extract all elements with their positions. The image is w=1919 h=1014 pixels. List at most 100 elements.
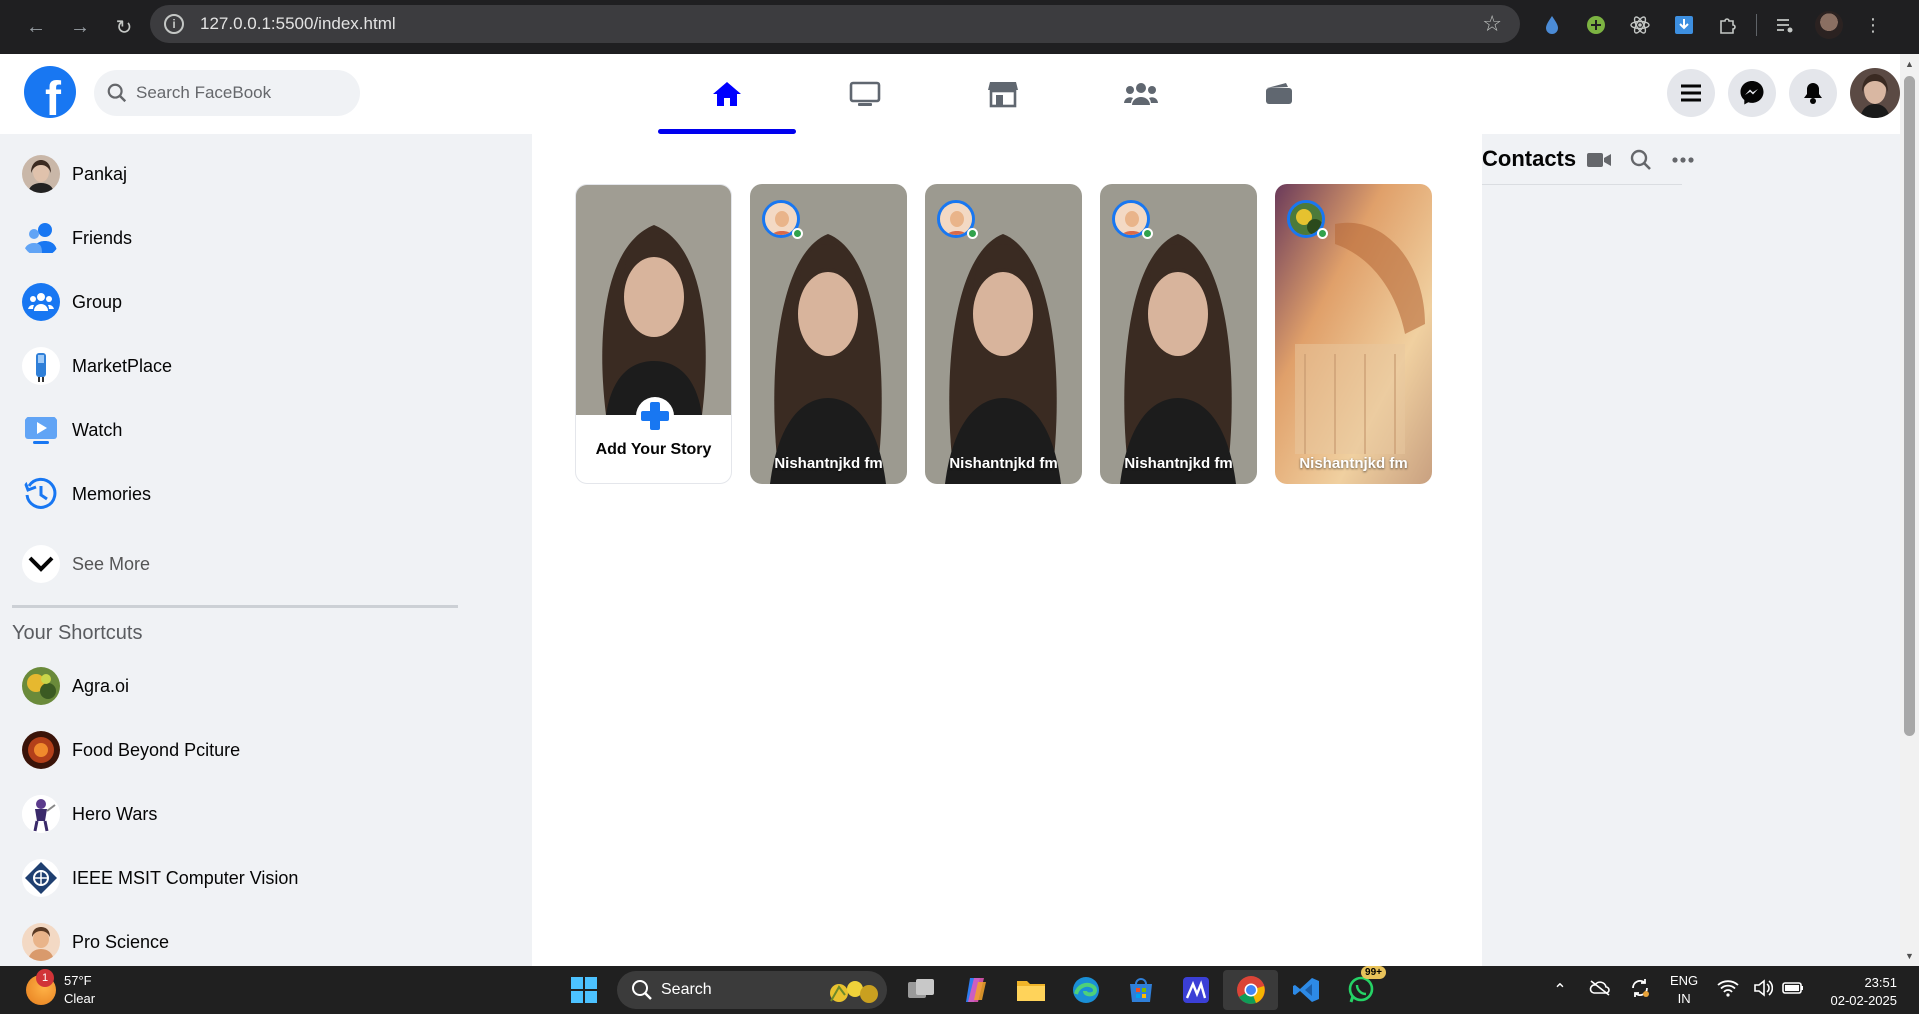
- menu-button[interactable]: [1667, 69, 1715, 117]
- task-view-button[interactable]: [893, 970, 948, 1010]
- copilot-app[interactable]: [948, 970, 1003, 1010]
- extensions-puzzle-icon[interactable]: [1706, 10, 1750, 40]
- chrome-app[interactable]: [1223, 970, 1278, 1010]
- sidebar-item-friends[interactable]: Friends: [22, 218, 132, 258]
- extensions-bar: ⋮: [1530, 10, 1895, 40]
- search-input[interactable]: [136, 83, 336, 103]
- friends-icon: [22, 219, 60, 257]
- sidebar-divider: [12, 605, 458, 608]
- more-options-icon[interactable]: [1662, 146, 1704, 174]
- url-text[interactable]: 127.0.0.1:5500/index.html: [200, 14, 396, 34]
- app-launcher[interactable]: [1168, 970, 1223, 1010]
- add-story-card[interactable]: Add Your Story: [575, 184, 732, 484]
- see-more-button[interactable]: See More: [22, 544, 150, 584]
- tab-groups[interactable]: [1072, 54, 1210, 134]
- bell-icon: [1804, 83, 1822, 104]
- shortcut-item[interactable]: IEEE MSIT Computer Vision: [22, 858, 298, 898]
- shortcut-item[interactable]: Pro Science: [22, 922, 169, 962]
- story-card[interactable]: Nishantnjkd fm: [1275, 184, 1432, 484]
- volume-icon[interactable]: [1748, 978, 1778, 1002]
- marketplace-icon: [22, 347, 60, 385]
- m-app-icon: [1182, 977, 1209, 1003]
- shortcut-item[interactable]: Food Beyond Pciture: [22, 730, 240, 770]
- tab-home[interactable]: [658, 54, 796, 134]
- story-card[interactable]: Nishantnjkd fm: [750, 184, 907, 484]
- hamburger-icon: [1681, 84, 1701, 102]
- bookmark-star-icon[interactable]: ☆: [1482, 11, 1502, 37]
- shortcut-thumbnail: [22, 667, 60, 705]
- weather-widget[interactable]: 1 57°F Clear: [26, 969, 95, 1008]
- wallet-icon: [1266, 83, 1292, 104]
- tab-watch[interactable]: [796, 54, 934, 134]
- media-queue-icon[interactable]: [1763, 10, 1807, 40]
- chrome-icon: [1236, 976, 1265, 1004]
- weather-icon: 1: [26, 969, 56, 1005]
- sync-icon[interactable]: [1620, 977, 1660, 1004]
- site-info-icon[interactable]: i: [164, 14, 184, 34]
- folder-icon: [1016, 981, 1045, 1001]
- menu-kebab-icon[interactable]: ⋮: [1851, 10, 1895, 40]
- add-story-plus[interactable]: [636, 397, 674, 435]
- extension-plus-icon[interactable]: [1574, 10, 1618, 40]
- store-app[interactable]: [1113, 970, 1168, 1010]
- shortcut-thumbnail: [22, 859, 60, 897]
- sidebar-item-watch[interactable]: Watch: [22, 410, 122, 450]
- wifi-icon[interactable]: [1708, 979, 1748, 1002]
- address-bar[interactable]: i 127.0.0.1:5500/index.html ☆: [150, 5, 1520, 43]
- system-clock[interactable]: 23:51 02-02-2025: [1831, 974, 1898, 1010]
- sidebar-item-label: Friends: [72, 227, 133, 248]
- story-photo: [576, 185, 731, 415]
- taskbar-search[interactable]: Search: [617, 971, 887, 1009]
- tray-expand-icon[interactable]: ⌃: [1540, 980, 1580, 1000]
- account-avatar[interactable]: [1850, 68, 1900, 118]
- video-call-icon[interactable]: [1578, 146, 1620, 174]
- main-feed: Add Your Story Nishantnjkd fm Nishantnjk…: [532, 134, 1482, 966]
- contacts-search-icon[interactable]: [1620, 146, 1662, 174]
- edge-app[interactable]: [1058, 970, 1113, 1010]
- battery-icon[interactable]: [1778, 981, 1808, 1000]
- sidebar-item-profile[interactable]: Pankaj: [22, 154, 127, 194]
- top-header: f: [0, 54, 1900, 134]
- extension-drop-icon[interactable]: [1530, 10, 1574, 40]
- shortcut-item[interactable]: Hero Wars: [22, 794, 157, 834]
- shortcuts-heading: Your Shortcuts: [12, 622, 143, 644]
- back-icon[interactable]: ←: [14, 9, 58, 45]
- sidebar-item-memories[interactable]: Memories: [22, 474, 151, 514]
- edge-icon: [1072, 977, 1099, 1003]
- whatsapp-app[interactable]: 99+: [1333, 966, 1388, 1010]
- download-extension-icon[interactable]: [1662, 10, 1706, 40]
- onedrive-offline-icon[interactable]: [1580, 979, 1620, 1002]
- story-card[interactable]: Nishantnjkd fm: [925, 184, 1082, 484]
- notifications-button[interactable]: [1789, 69, 1837, 117]
- tab-marketplace[interactable]: [934, 54, 1072, 134]
- file-explorer-app[interactable]: [1003, 970, 1058, 1010]
- page-scrollbar[interactable]: ▲ ▼: [1900, 54, 1919, 966]
- search-highlight-icon: [830, 981, 878, 1003]
- contacts-heading: Contacts: [1482, 146, 1577, 171]
- copilot-icon: [965, 978, 986, 1002]
- story-card[interactable]: Nishantnjkd fm: [1100, 184, 1257, 484]
- search-box[interactable]: [94, 70, 360, 116]
- vscode-app[interactable]: [1278, 970, 1333, 1010]
- profile-avatar[interactable]: [1807, 10, 1851, 40]
- react-devtools-icon[interactable]: [1618, 10, 1662, 40]
- language-indicator[interactable]: ENG IN: [1670, 972, 1698, 1008]
- sidebar-item-group[interactable]: Group: [22, 282, 122, 322]
- shortcut-thumbnail: [22, 795, 60, 833]
- see-more-label: See More: [72, 553, 151, 574]
- online-indicator: [792, 228, 803, 239]
- forward-icon[interactable]: →: [58, 9, 102, 45]
- scrollbar-thumb[interactable]: [1904, 76, 1915, 736]
- reload-icon[interactable]: ↻: [102, 9, 146, 45]
- shortcut-label: IEEE MSIT Computer Vision: [72, 867, 299, 888]
- scroll-down-arrow-icon[interactable]: ▼: [1900, 948, 1919, 964]
- start-button[interactable]: [556, 970, 611, 1010]
- weather-text: 57°F Clear: [64, 972, 95, 1008]
- tab-gaming[interactable]: [1210, 54, 1348, 134]
- sidebar-item-marketplace[interactable]: MarketPlace: [22, 346, 172, 386]
- messenger-button[interactable]: [1728, 69, 1776, 117]
- watch-icon: [22, 411, 60, 449]
- facebook-logo[interactable]: f: [24, 66, 76, 118]
- scroll-up-arrow-icon[interactable]: ▲: [1900, 56, 1919, 72]
- shortcut-item[interactable]: Agra.oi: [22, 666, 129, 706]
